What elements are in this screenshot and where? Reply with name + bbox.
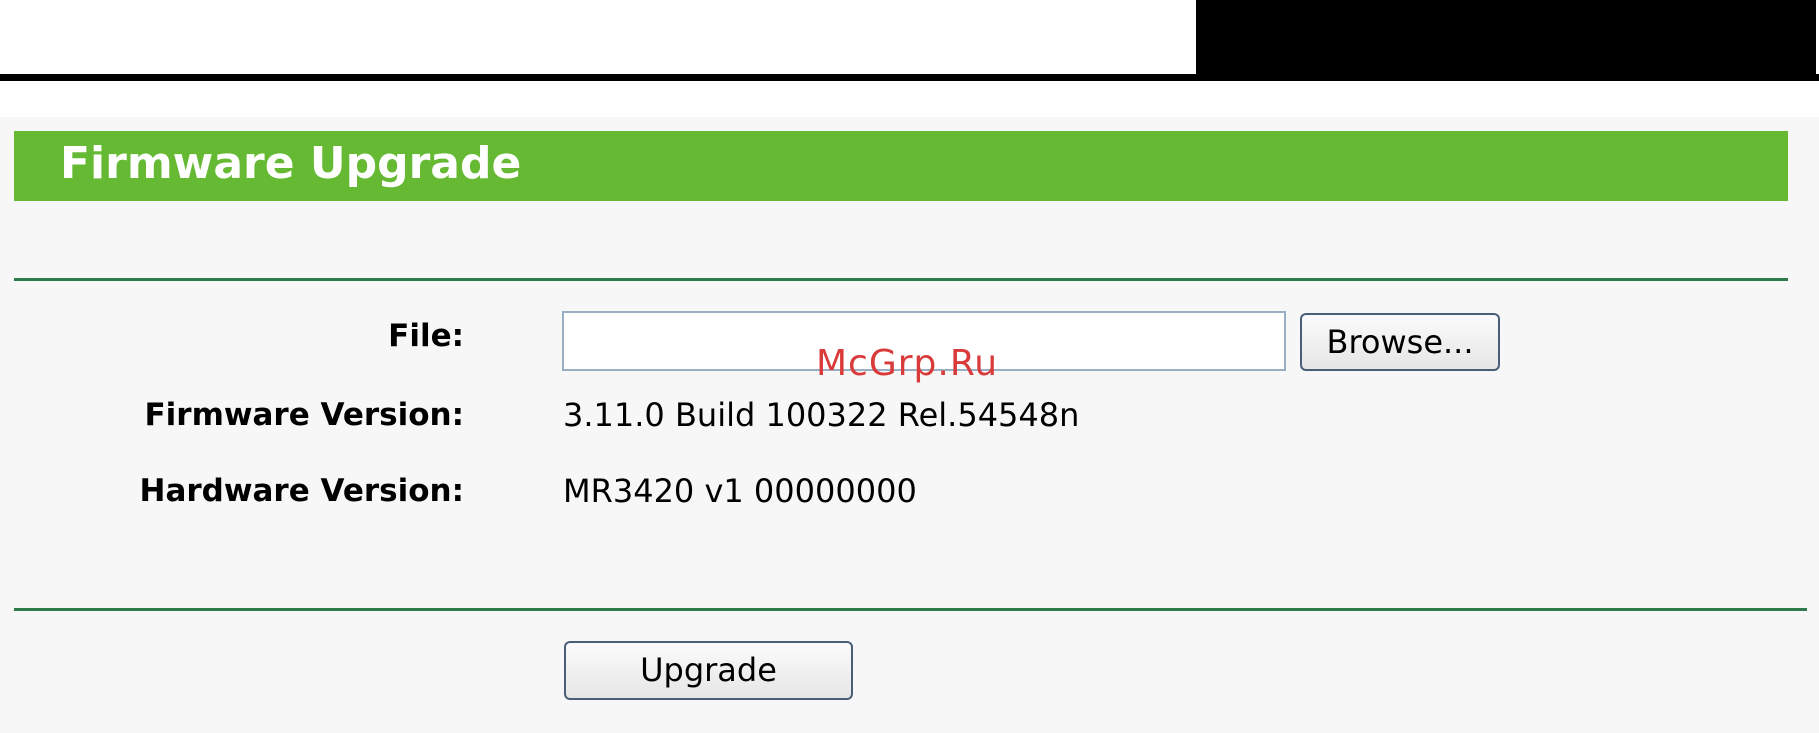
header-rule [0, 74, 1819, 81]
watermark-text: McGrp.Ru [816, 343, 999, 384]
hardware-version-label: Hardware Version: [139, 473, 464, 509]
top-divider [14, 278, 1788, 281]
file-label: File: [388, 318, 464, 354]
header-black-box [1196, 0, 1816, 76]
title-bar: Firmware Upgrade [14, 131, 1788, 201]
page-title: Firmware Upgrade [60, 138, 522, 189]
browse-button[interactable]: Browse... [1300, 313, 1500, 371]
upgrade-button[interactable]: Upgrade [564, 641, 853, 700]
firmware-upgrade-panel: Firmware Upgrade File: Browse... Firmwar… [0, 117, 1819, 733]
firmware-version-label: Firmware Version: [144, 397, 464, 433]
bottom-divider [14, 608, 1807, 611]
firmware-version-value: 3.11.0 Build 100322 Rel.54548n [563, 396, 1080, 434]
hardware-version-value: MR3420 v1 00000000 [563, 472, 917, 510]
document-page: Firmware Upgrade File: Browse... Firmwar… [0, 0, 1819, 733]
